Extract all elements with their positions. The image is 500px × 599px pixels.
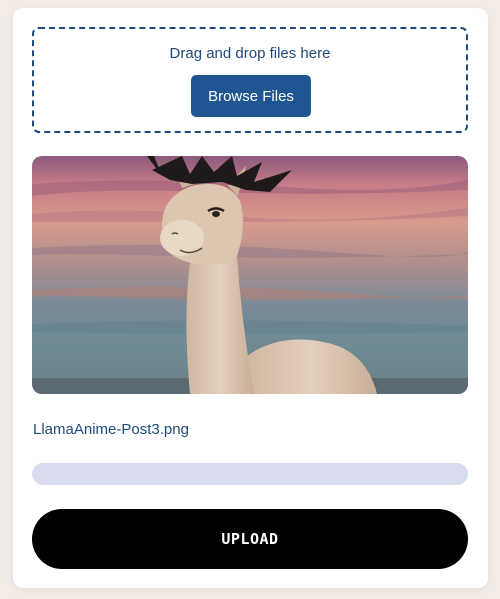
upload-card: Drag and drop files here Browse Files Ll… [13,8,488,588]
browse-files-button[interactable]: Browse Files [191,75,311,117]
llama-anime-image [32,156,468,394]
image-preview [32,156,468,394]
upload-progress-bar [32,463,468,485]
drop-zone[interactable]: Drag and drop files here Browse Files [32,27,468,133]
drop-instruction: Drag and drop files here [169,45,331,62]
upload-button[interactable]: UPLOAD [32,509,468,569]
file-name: LlamaAnime-Post3.png [33,421,189,438]
